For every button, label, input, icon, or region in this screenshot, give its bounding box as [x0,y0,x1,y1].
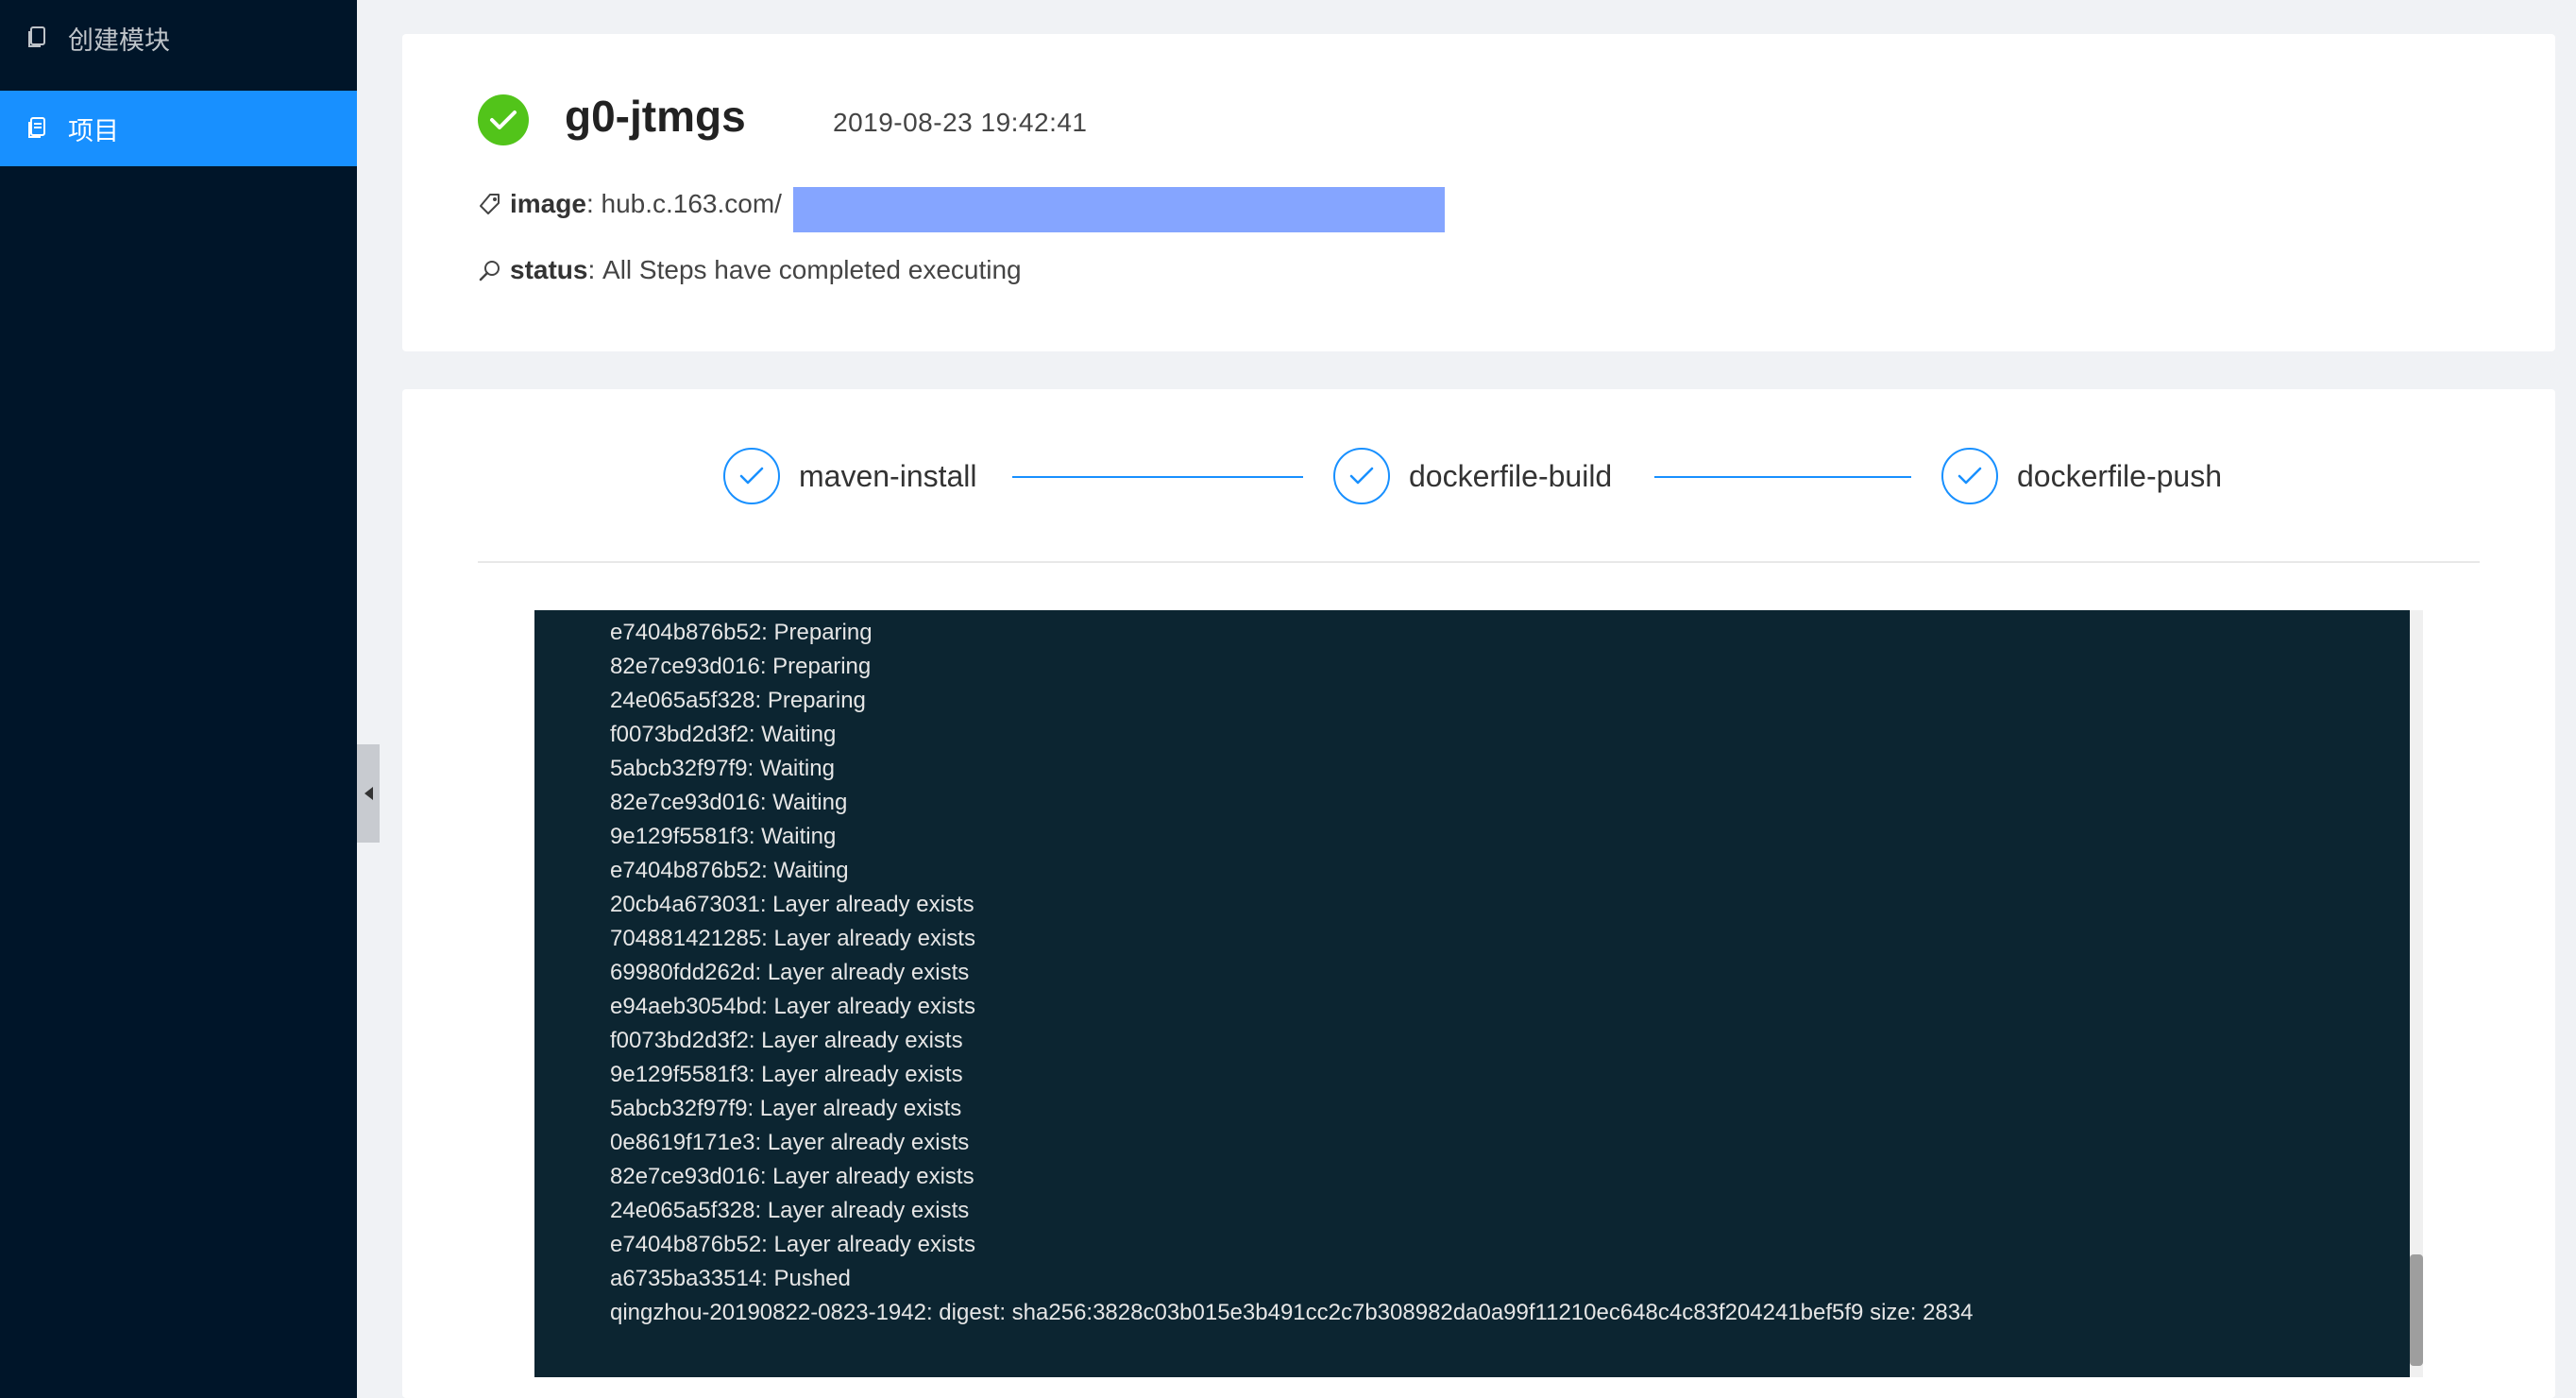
log-line: 82e7ce93d016: Preparing [610,654,872,679]
log-scrollbar-thumb[interactable] [2410,1254,2423,1366]
log-output[interactable]: e7404b876b52: Preparing 82e7ce93d016: Pre… [534,610,2410,1377]
status-row: status: All Steps have completed executi… [478,255,1022,285]
sidebar: 创建模块 项目 [0,0,357,1398]
sidebar-item-label: 项目 [68,116,119,145]
log-line: f0073bd2d3f2: Waiting [610,722,837,747]
log-line: e94aeb3054bd: Layer already exists [610,994,975,1019]
step-connector [1654,476,1911,478]
sidebar-item-create-module[interactable]: 创建模块 [0,0,357,76]
log-line: 82e7ce93d016: Layer already exists [610,1164,974,1189]
step-3-check-icon[interactable] [1941,448,1998,504]
sidebar-item-label: 创建模块 [68,26,170,55]
sidebar-collapse-handle[interactable] [357,744,380,843]
step-2-label[interactable]: dockerfile-build [1409,459,1612,494]
log-line: e7404b876b52: Layer already exists [610,1232,975,1257]
log-line: 20cb4a673031: Layer already exists [610,892,974,917]
redacted-block [793,187,1445,232]
status-value: All Steps have completed executing [602,255,1022,284]
image-label: image [510,189,586,218]
step-1-check-icon[interactable] [723,448,780,504]
log-line: e7404b876b52: Preparing [610,620,873,645]
sidebar-item-project[interactable]: 项目 [0,91,357,166]
log-line: 5abcb32f97f9: Waiting [610,756,835,781]
log-scrollbar[interactable] [2410,610,2423,1377]
log-line: 24e065a5f328: Layer already exists [610,1198,970,1223]
log-line: 9e129f5581f3: Waiting [610,824,837,849]
build-timestamp: 2019-08-23 19:42:41 [833,108,1088,137]
log-line: 0e8619f171e3: Layer already exists [610,1130,970,1155]
step-connector [1012,476,1303,478]
step-2-check-icon[interactable] [1333,448,1390,504]
log-line: 9e129f5581f3: Layer already exists [610,1062,963,1087]
check-circle-icon [478,94,529,145]
log-line: 5abcb32f97f9: Layer already exists [610,1096,962,1121]
file-copy-icon [25,26,49,50]
build-info-card: g0-jtmgs 2019-08-23 19:42:41 image: hub.… [402,34,2555,351]
caret-left-icon [364,787,373,800]
pipeline-card: maven-install dockerfile-build dockerfil… [402,389,2555,1398]
log-line: 82e7ce93d016: Waiting [610,790,848,815]
divider [478,561,2480,563]
log-line: 704881421285: Layer already exists [610,926,975,951]
log-line: qingzhou-20190822-0823-1942: digest: sha… [610,1300,1974,1325]
log-lines: e7404b876b52: Preparing 82e7ce93d016: Pre… [610,616,1973,1330]
log-line: e7404b876b52: Waiting [610,858,849,883]
log-line: f0073bd2d3f2: Layer already exists [610,1028,963,1053]
pipeline-steps: maven-install dockerfile-build dockerfil… [402,389,2555,561]
image-value: hub.c.163.com/ [601,189,782,218]
step-1-label[interactable]: maven-install [799,459,977,494]
log-line: 24e065a5f328: Preparing [610,688,866,713]
log-line: 69980fdd262d: Layer already exists [610,960,970,985]
file-copy-icon [25,116,49,141]
search-icon [478,257,504,283]
step-3-label[interactable]: dockerfile-push [2017,459,2222,494]
status-label: status [510,255,588,284]
tag-icon [478,191,504,217]
build-name: g0-jtmgs [565,92,746,141]
image-row: image: hub.c.163.com/ [478,189,782,219]
log-line: a6735ba33514: Pushed [610,1266,851,1291]
